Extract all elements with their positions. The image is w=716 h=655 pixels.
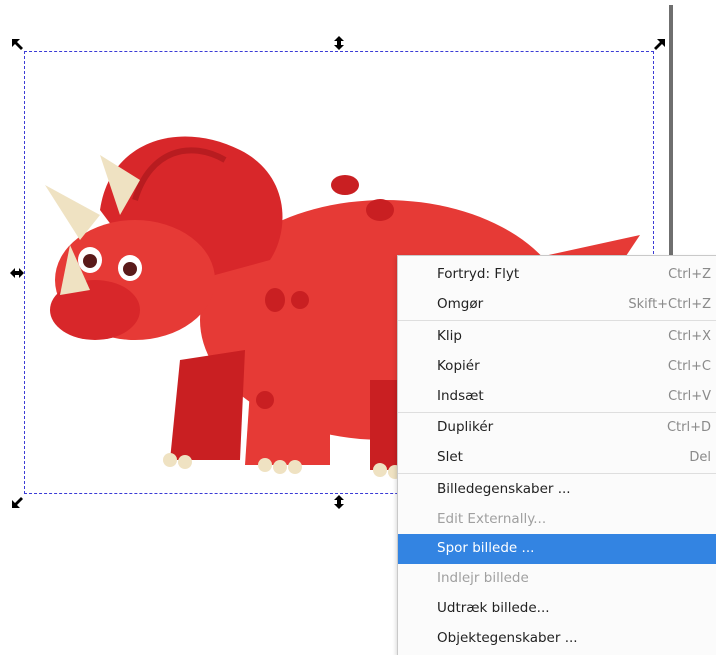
scale-handle-top-icon[interactable] [331,35,347,51]
menu-item-label: Duplikér [437,419,494,435]
menu-item-redo[interactable]: Omgør Skift+Ctrl+Z [398,290,716,320]
menu-item-label: Kopiér [437,358,480,374]
menu-item-shortcut: Ctrl+Z [668,267,711,282]
context-menu: Fortryd: Flyt Ctrl+Z Omgør Skift+Ctrl+Z … [397,255,716,655]
menu-item-trace-bitmap[interactable]: Spor billede ... [398,534,716,564]
menu-item-delete[interactable]: Slet Del [398,443,716,473]
scale-handle-bottom-icon[interactable] [331,494,347,510]
menu-item-label: Omgør [437,296,484,312]
menu-item-label: Objektegenskaber ... [437,630,578,646]
menu-item-extract-image[interactable]: Udtræk billede... [398,594,716,624]
menu-item-label: Billedegenskaber ... [437,481,571,497]
menu-item-copy[interactable]: Kopiér Ctrl+C [398,352,716,382]
menu-item-shortcut: Ctrl+V [668,389,711,404]
menu-item-label: Fortryd: Flyt [437,266,520,282]
menu-item-undo[interactable]: Fortryd: Flyt Ctrl+Z [398,260,716,290]
menu-item-duplicate[interactable]: Duplikér Ctrl+D [398,413,716,443]
menu-item-shortcut: Ctrl+C [667,359,711,374]
menu-item-paste[interactable]: Indsæt Ctrl+V [398,382,716,412]
scale-handle-left-icon[interactable] [9,265,25,281]
menu-item-shortcut: Skift+Ctrl+Z [628,297,711,312]
menu-item-image-properties[interactable]: Billedegenskaber ... [398,475,716,505]
menu-item-label: Indlejr billede [437,570,529,586]
menu-item-shortcut: Ctrl+X [668,329,711,344]
menu-item-label: Indsæt [437,388,484,404]
menu-item-cut[interactable]: Klip Ctrl+X [398,322,716,352]
menu-item-label: Klip [437,328,462,344]
page-border [669,5,673,260]
menu-item-shortcut: Del [689,450,711,465]
menu-separator [398,473,716,474]
menu-item-object-properties[interactable]: Objektegenskaber ... [398,624,716,654]
menu-item-edit-externally: Edit Externally... [398,505,716,535]
menu-item-label: Spor billede ... [437,540,535,556]
menu-item-label: Edit Externally... [437,511,547,527]
menu-item-label: Slet [437,449,463,465]
menu-item-embed-image: Indlejr billede [398,564,716,594]
rotate-handle-top-left-icon[interactable] [10,37,26,53]
menu-separator [398,320,716,321]
menu-item-label: Udtræk billede... [437,600,550,616]
rotate-handle-bottom-left-icon[interactable] [10,494,26,510]
rotate-handle-top-right-icon[interactable] [651,37,667,53]
menu-item-shortcut: Ctrl+D [666,420,711,435]
